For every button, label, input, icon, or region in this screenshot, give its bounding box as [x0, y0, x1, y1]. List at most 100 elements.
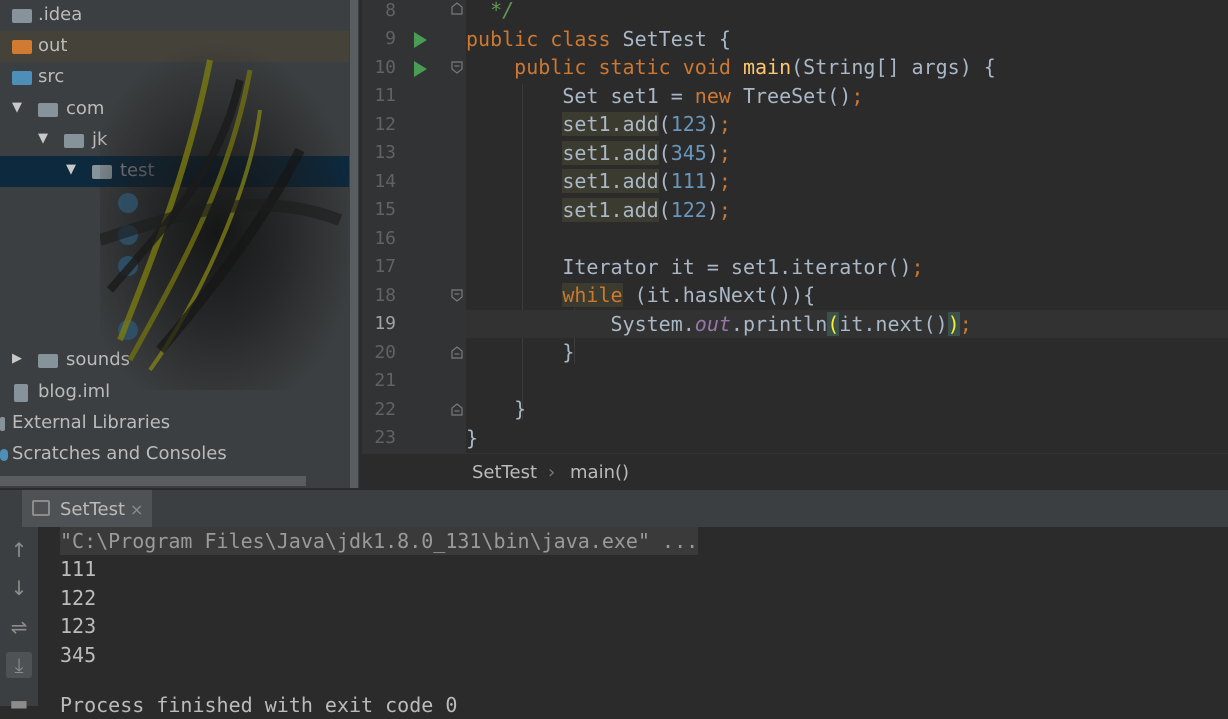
file-icon [14, 384, 28, 402]
tree-item-label: com [66, 98, 105, 119]
code-line-13: set1.add(345); [562, 141, 731, 165]
line-number: 13 [374, 142, 396, 163]
code-line-22: } [466, 397, 527, 421]
console-output-line: 111 [60, 557, 97, 581]
folder-icon [12, 40, 32, 54]
package-icon [38, 354, 58, 368]
run-class-icon[interactable] [414, 32, 427, 48]
fold-end-icon[interactable] [451, 403, 463, 416]
code-line-23: } [466, 426, 479, 450]
breadcrumb-method[interactable]: main() [570, 462, 629, 483]
editor-gutter: 8 9 10 11 12 13 14 15 16 17 18 19 20 21 … [362, 0, 466, 453]
line-number: 17 [374, 256, 396, 277]
tree-item-sounds[interactable]: ▶ sounds [0, 345, 349, 376]
scrollbar-thumb[interactable] [350, 0, 358, 488]
line-number: 18 [374, 285, 396, 306]
console-output[interactable]: "C:\Program Files\Java\jdk1.8.0_131\bin\… [38, 527, 1228, 717]
scroll-to-end-icon[interactable]: ⤓ [6, 652, 32, 678]
line-number: 23 [374, 427, 396, 448]
package-icon [64, 134, 84, 148]
code-line-15: set1.add(122); [562, 198, 731, 222]
console-output-line: 122 [60, 586, 97, 610]
project-horizontal-scrollbar[interactable] [0, 476, 306, 486]
line-number: 9 [385, 28, 396, 49]
breadcrumb-separator: › [548, 462, 556, 483]
folder-icon [12, 71, 32, 85]
close-icon[interactable]: × [130, 500, 143, 519]
line-number: 22 [374, 399, 396, 420]
arrow-up-icon[interactable]: ↑ [6, 537, 32, 563]
tree-item-src[interactable]: src [0, 62, 349, 93]
tree-item-external-libraries[interactable]: External Libraries [0, 408, 349, 439]
fold-end-icon[interactable] [451, 2, 463, 15]
package-icon [38, 103, 58, 117]
fold-end-icon[interactable] [451, 346, 463, 359]
code-line-14: set1.add(111); [562, 169, 731, 193]
tree-item-label: src [38, 66, 65, 87]
tree-item-label: out [38, 35, 68, 56]
breadcrumb-class[interactable]: SetTest [472, 462, 537, 483]
chevron-down-icon[interactable]: ▼ [66, 162, 76, 177]
code-line-20: } [466, 340, 575, 364]
breadcrumb: SetTest › main() [362, 453, 1228, 490]
tree-item-blog-iml[interactable]: blog.iml [0, 377, 349, 408]
arrow-down-icon[interactable]: ↓ [6, 575, 32, 601]
console-icon [32, 500, 50, 516]
code-line-8: */ [466, 0, 515, 22]
scratch-icon [0, 449, 8, 461]
run-tab-label: SetTest [60, 499, 126, 520]
line-number: 21 [374, 370, 396, 391]
fold-start-icon[interactable] [451, 61, 463, 74]
print-icon[interactable]: ▬ [6, 690, 32, 716]
run-toolbar: ↑ ↓ ⇌ ⤓ ▬ [0, 527, 38, 715]
line-number: 16 [374, 228, 396, 249]
tree-item-jk[interactable]: ▼ jk [0, 125, 349, 156]
tree-item-label: .idea [38, 4, 83, 25]
code-line-10: public static void main(String[] args) { [514, 55, 996, 79]
console-output-line: 345 [60, 643, 97, 667]
run-method-icon[interactable] [414, 61, 427, 77]
tree-item-label: jk [92, 129, 108, 150]
package-icon [92, 165, 112, 179]
code-line-9: public class SetTest { [466, 27, 731, 51]
line-number: 12 [374, 114, 396, 135]
code-editor[interactable]: */ public class SetTest { public static … [466, 0, 1228, 453]
tree-item-test[interactable]: ▼ test [0, 156, 349, 187]
tree-item-com[interactable]: ▼ com [0, 94, 349, 125]
fold-start-icon[interactable] [451, 289, 463, 302]
tree-item-label: blog.iml [38, 381, 111, 402]
code-line-18: while (it.hasNext()){ [562, 283, 816, 307]
folder-icon [12, 9, 32, 23]
tree-item-label: External Libraries [12, 412, 171, 433]
line-number: 10 [374, 57, 396, 78]
line-number: 14 [374, 171, 396, 192]
line-number-current: 19 [374, 313, 396, 334]
console-command-line: "C:\Program Files\Java\jdk1.8.0_131\bin\… [60, 527, 699, 555]
code-line-12: set1.add(123); [562, 112, 731, 136]
tab-settest-run[interactable]: SetTest × [22, 490, 152, 528]
tree-item-scratches[interactable]: Scratches and Consoles [0, 439, 349, 470]
project-tree-panel: .idea out src ▼ com ▼ jk ▼ test ▶ sounds… [0, 0, 349, 488]
line-number: 8 [385, 0, 396, 21]
tree-item-label: sounds [66, 349, 131, 370]
library-icon [0, 417, 5, 431]
line-number: 11 [374, 85, 396, 106]
chevron-right-icon[interactable]: ▶ [12, 351, 22, 366]
tree-item-label: test [120, 160, 155, 181]
run-tool-window-header: SetTest × [0, 489, 1228, 528]
chevron-down-icon[interactable]: ▼ [12, 100, 22, 115]
tree-item-label: Scratches and Consoles [12, 443, 227, 464]
console-finish-line: Process finished with exit code 0 [60, 693, 458, 717]
chevron-down-icon[interactable]: ▼ [38, 131, 48, 146]
line-number: 15 [374, 199, 396, 220]
project-scrollbar[interactable] [349, 0, 359, 488]
soft-wrap-icon[interactable]: ⇌ [6, 614, 32, 640]
tree-item-out[interactable]: out [0, 31, 349, 62]
code-line-17: Iterator it = set1.iterator(); [466, 255, 924, 279]
code-line-19: System.out.println(it.next()); [466, 310, 1228, 338]
tree-item-idea[interactable]: .idea [0, 0, 349, 31]
line-number: 20 [374, 342, 396, 363]
console-output-line: 123 [60, 614, 97, 638]
